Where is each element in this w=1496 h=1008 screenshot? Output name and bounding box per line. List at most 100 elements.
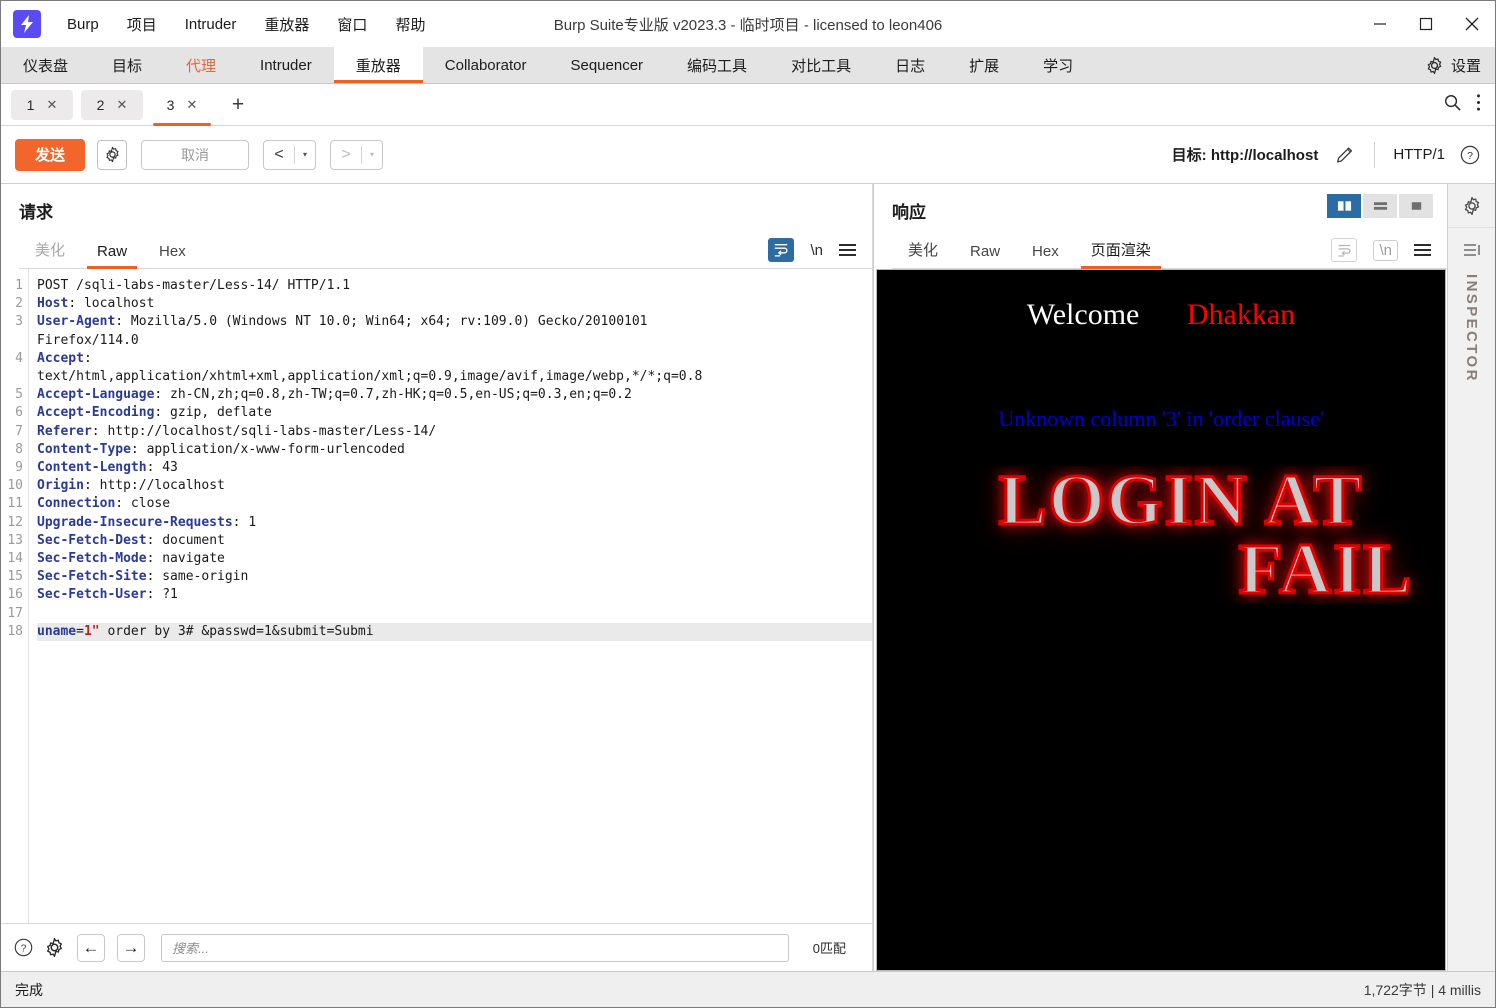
layout-single-button[interactable] (1399, 194, 1433, 218)
sql-error-message: Unknown column '3' in 'order clause' (998, 406, 1324, 431)
menu-item-intruder[interactable]: Intruder (171, 12, 251, 37)
tab-decoder[interactable]: 编码工具 (665, 47, 769, 83)
http-version-label[interactable]: HTTP/1 (1393, 146, 1445, 163)
forward-arrow-icon[interactable]: > (331, 141, 361, 169)
response-tab-render[interactable]: 页面渲染 (1075, 233, 1167, 269)
repeater-tab-3[interactable]: 3 ✕ (151, 89, 213, 126)
tab-collaborator[interactable]: Collaborator (423, 47, 549, 83)
request-title: 请求 (19, 203, 53, 222)
menu-item-burp[interactable]: Burp (53, 12, 113, 37)
settings-button[interactable]: 设置 (1425, 47, 1495, 83)
welcome-banner: Welcome Dhakkan (877, 270, 1445, 332)
request-editor[interactable]: 123 4 5 6 7 8 9 10 11 12 13 14 15 16 17 18 POST /sqli… (1, 269, 872, 923)
back-button-group[interactable]: < ▾ (263, 139, 317, 170)
status-right-label: 1,722字节 | 4 millis (1363, 981, 1481, 998)
close-icon[interactable]: ✕ (116, 97, 127, 113)
help-icon[interactable]: ? (1459, 144, 1481, 166)
repeater-content: 请求 美化 Raw Hex \n 1 2 3 4 5 6 7 8 9 10 11… (1, 184, 1495, 971)
minimize-button[interactable] (1357, 1, 1403, 47)
divider (1374, 141, 1376, 168)
status-bar: 完成 1,722字节 | 4 millis (1, 971, 1495, 1007)
close-icon[interactable]: ✕ (46, 97, 57, 113)
search-input[interactable]: 搜索... (161, 933, 789, 962)
show-newlines-icon[interactable]: \n (1373, 239, 1398, 261)
send-options-button[interactable] (97, 139, 128, 170)
request-pane: 请求 美化 Raw Hex \n 1 2 3 4 5 6 7 8 9 10 11… (1, 184, 873, 971)
repeater-tab-row: 1 ✕ 2 ✕ 3 ✕ + (1, 84, 1495, 126)
request-tab-hex[interactable]: Hex (143, 237, 202, 268)
repeater-tab-label: 1 (26, 96, 35, 113)
inspector-label[interactable]: INSPECTOR (1463, 274, 1480, 383)
inspector-rail: INSPECTOR (1447, 184, 1495, 971)
login-failed-line2: FAIL (1237, 529, 1414, 605)
menu-item-project[interactable]: 项目 (113, 10, 171, 39)
request-tab-raw[interactable]: Raw (81, 237, 143, 269)
tab-target[interactable]: 目标 (90, 47, 164, 83)
response-tab-hex[interactable]: Hex (1016, 237, 1075, 268)
response-menu-icon[interactable] (1414, 244, 1431, 256)
request-menu-icon[interactable] (839, 244, 856, 256)
search-placeholder: 搜索... (172, 941, 209, 956)
forward-button-group[interactable]: > ▾ (330, 139, 384, 170)
word-wrap-icon[interactable] (1331, 238, 1358, 262)
chevron-down-icon[interactable]: ▾ (295, 141, 315, 169)
request-subtabs: 美化 Raw Hex \n (19, 233, 872, 269)
response-header: 响应 美化 Raw Hex 页面渲染 \n (874, 184, 1447, 269)
rendered-page: Welcome Dhakkan Unknown column '3' in 'o… (877, 270, 1445, 970)
toolbar-right-group: 目标: http://localhost HTTP/1 ? (1172, 141, 1481, 168)
cancel-button[interactable]: 取消 (141, 139, 250, 170)
add-tab-button[interactable]: + (225, 92, 251, 118)
response-render-frame[interactable]: Welcome Dhakkan Unknown column '3' in 'o… (876, 269, 1446, 971)
repeater-tab-2[interactable]: 2 ✕ (81, 89, 143, 120)
tab-comparer[interactable]: 对比工具 (769, 47, 873, 83)
close-icon[interactable]: ✕ (186, 97, 197, 113)
response-tab-pretty[interactable]: 美化 (892, 233, 954, 268)
menu-item-help[interactable]: 帮助 (381, 10, 439, 39)
search-prev-button[interactable]: ← (77, 933, 105, 962)
word-wrap-icon[interactable] (768, 238, 795, 262)
title-bar: Burp 项目 Intruder 重放器 窗口 帮助 Burp Suite专业版… (1, 1, 1495, 47)
main-tab-strip: 仪表盘 目标 代理 Intruder 重放器 Collaborator Sequ… (1, 47, 1495, 84)
tab-intruder[interactable]: Intruder (238, 47, 334, 83)
svg-text:?: ? (1467, 150, 1473, 162)
gear-icon[interactable] (44, 937, 65, 958)
svg-text:?: ? (21, 943, 27, 954)
menu-item-repeater[interactable]: 重放器 (250, 10, 323, 39)
request-tab-pretty[interactable]: 美化 (19, 233, 81, 268)
inspector-settings-button[interactable] (1448, 184, 1495, 228)
inspector-collapse-icon[interactable] (1463, 242, 1481, 258)
help-icon[interactable]: ? (13, 937, 34, 958)
maximize-button[interactable] (1403, 1, 1449, 47)
chevron-down-icon[interactable]: ▾ (362, 141, 382, 169)
tab-dashboard[interactable]: 仪表盘 (1, 47, 90, 83)
back-arrow-icon[interactable]: < (264, 141, 294, 169)
response-tab-raw[interactable]: Raw (954, 237, 1016, 268)
tab-logger[interactable]: 日志 (873, 47, 947, 83)
response-subtab-actions: \n (1331, 238, 1447, 268)
match-count-label: 0匹配 (812, 941, 846, 956)
settings-label: 设置 (1450, 57, 1481, 75)
line-number-gutter: 123 4 5 6 7 8 9 10 11 12 13 14 15 16 17 18 (1, 269, 29, 923)
status-left-label: 完成 (15, 981, 43, 998)
layout-mode-group (1327, 194, 1433, 218)
request-subtab-actions: \n (768, 238, 872, 268)
tab-extensions[interactable]: 扩展 (947, 47, 1021, 83)
request-raw-text[interactable]: POST /sqli-labs-master/Less-14/ HTTP/1.1… (29, 269, 872, 923)
show-newlines-icon[interactable]: \n (810, 242, 823, 259)
close-button[interactable] (1449, 1, 1495, 47)
tab-learn[interactable]: 学习 (1021, 47, 1095, 83)
more-options-icon[interactable] (1476, 93, 1481, 117)
edit-pencil-icon[interactable] (1334, 144, 1356, 166)
tab-proxy[interactable]: 代理 (164, 47, 238, 83)
layout-side-by-side-button[interactable] (1327, 194, 1361, 218)
layout-stacked-button[interactable] (1363, 194, 1397, 218)
tab-sequencer[interactable]: Sequencer (548, 47, 665, 83)
search-icon[interactable] (1443, 93, 1462, 117)
repeater-tab-1[interactable]: 1 ✕ (11, 89, 73, 120)
send-button[interactable]: 发送 (15, 138, 86, 171)
search-next-button[interactable]: → (117, 933, 145, 962)
menu-item-window[interactable]: 窗口 (323, 10, 381, 39)
tab-repeater[interactable]: 重放器 (333, 47, 423, 83)
burp-suite-window: Burp 项目 Intruder 重放器 窗口 帮助 Burp Suite专业版… (0, 0, 1496, 1008)
login-failed-line1: LOGIN AT (997, 466, 1364, 540)
